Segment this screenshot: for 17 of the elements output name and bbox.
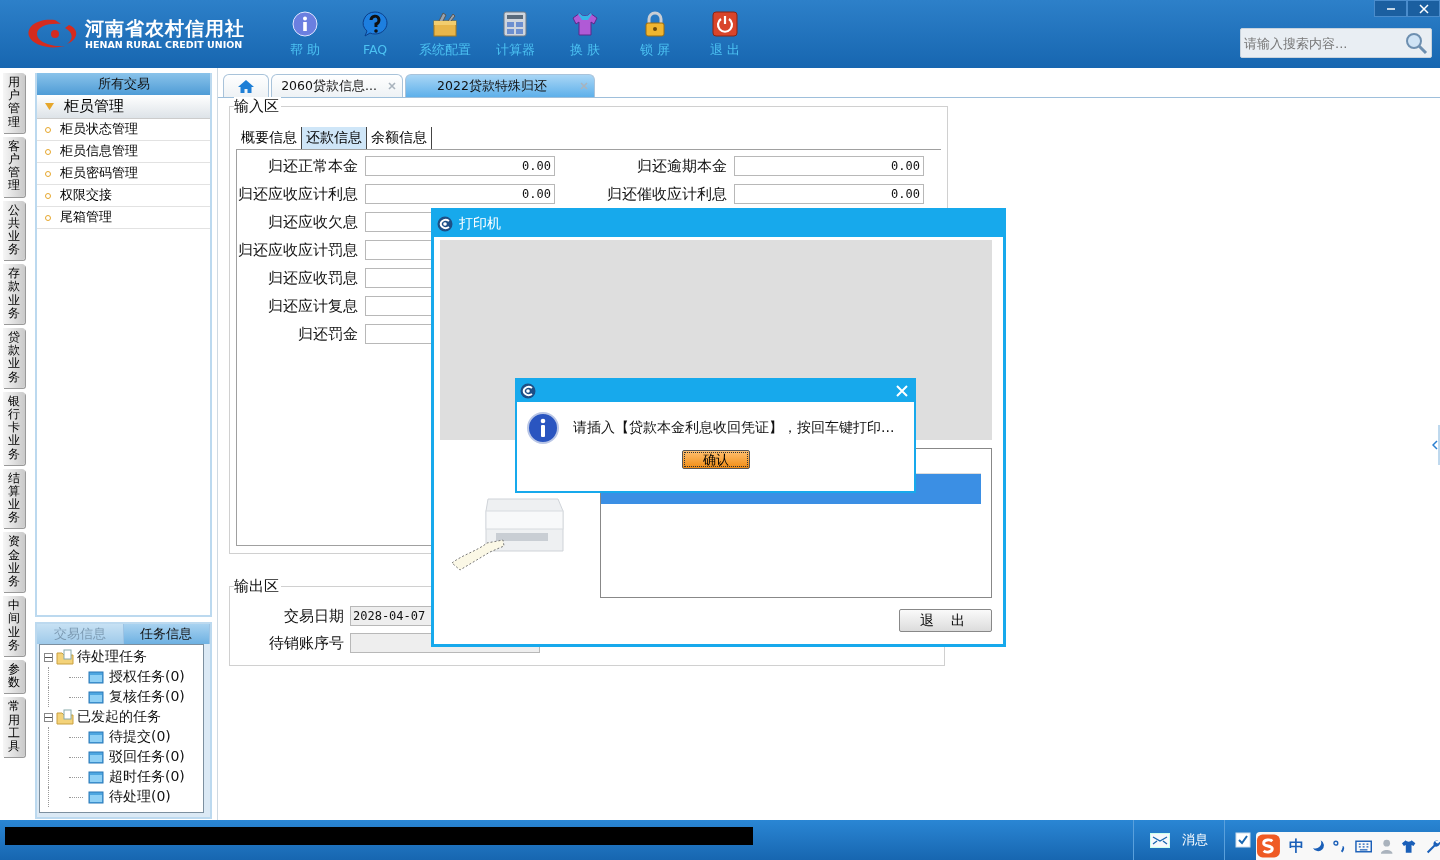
- field-label: 待销账序号: [268, 633, 344, 653]
- field-label: 归还应收欠息: [267, 212, 358, 232]
- dialog-title: 打印机: [459, 215, 501, 233]
- field-label: 归还催收应计利息: [606, 184, 727, 204]
- field-label: 归还应计复息: [267, 296, 358, 316]
- group-legend: 输出区: [234, 577, 281, 596]
- field-label: 归还应收罚息: [267, 268, 358, 288]
- field-label: 归还正常本金: [267, 156, 358, 176]
- field-label: 交易日期: [283, 606, 344, 626]
- logo-title: 河南省农村信用社: [85, 17, 245, 39]
- field-label: 归还罚金: [297, 324, 358, 344]
- dialog-message: 请插入【贷款本金利息收回凭证】，按回车键打印...: [573, 419, 895, 437]
- logo-subtitle: HENAN RURAL CREDIT UNION: [85, 39, 244, 51]
- group-legend: 输入区: [234, 97, 281, 116]
- field-label: 归还应收应计罚息: [237, 240, 358, 260]
- field-label: 归还逾期本金: [636, 156, 727, 176]
- field-label: 归还应收应计利息: [237, 184, 358, 204]
